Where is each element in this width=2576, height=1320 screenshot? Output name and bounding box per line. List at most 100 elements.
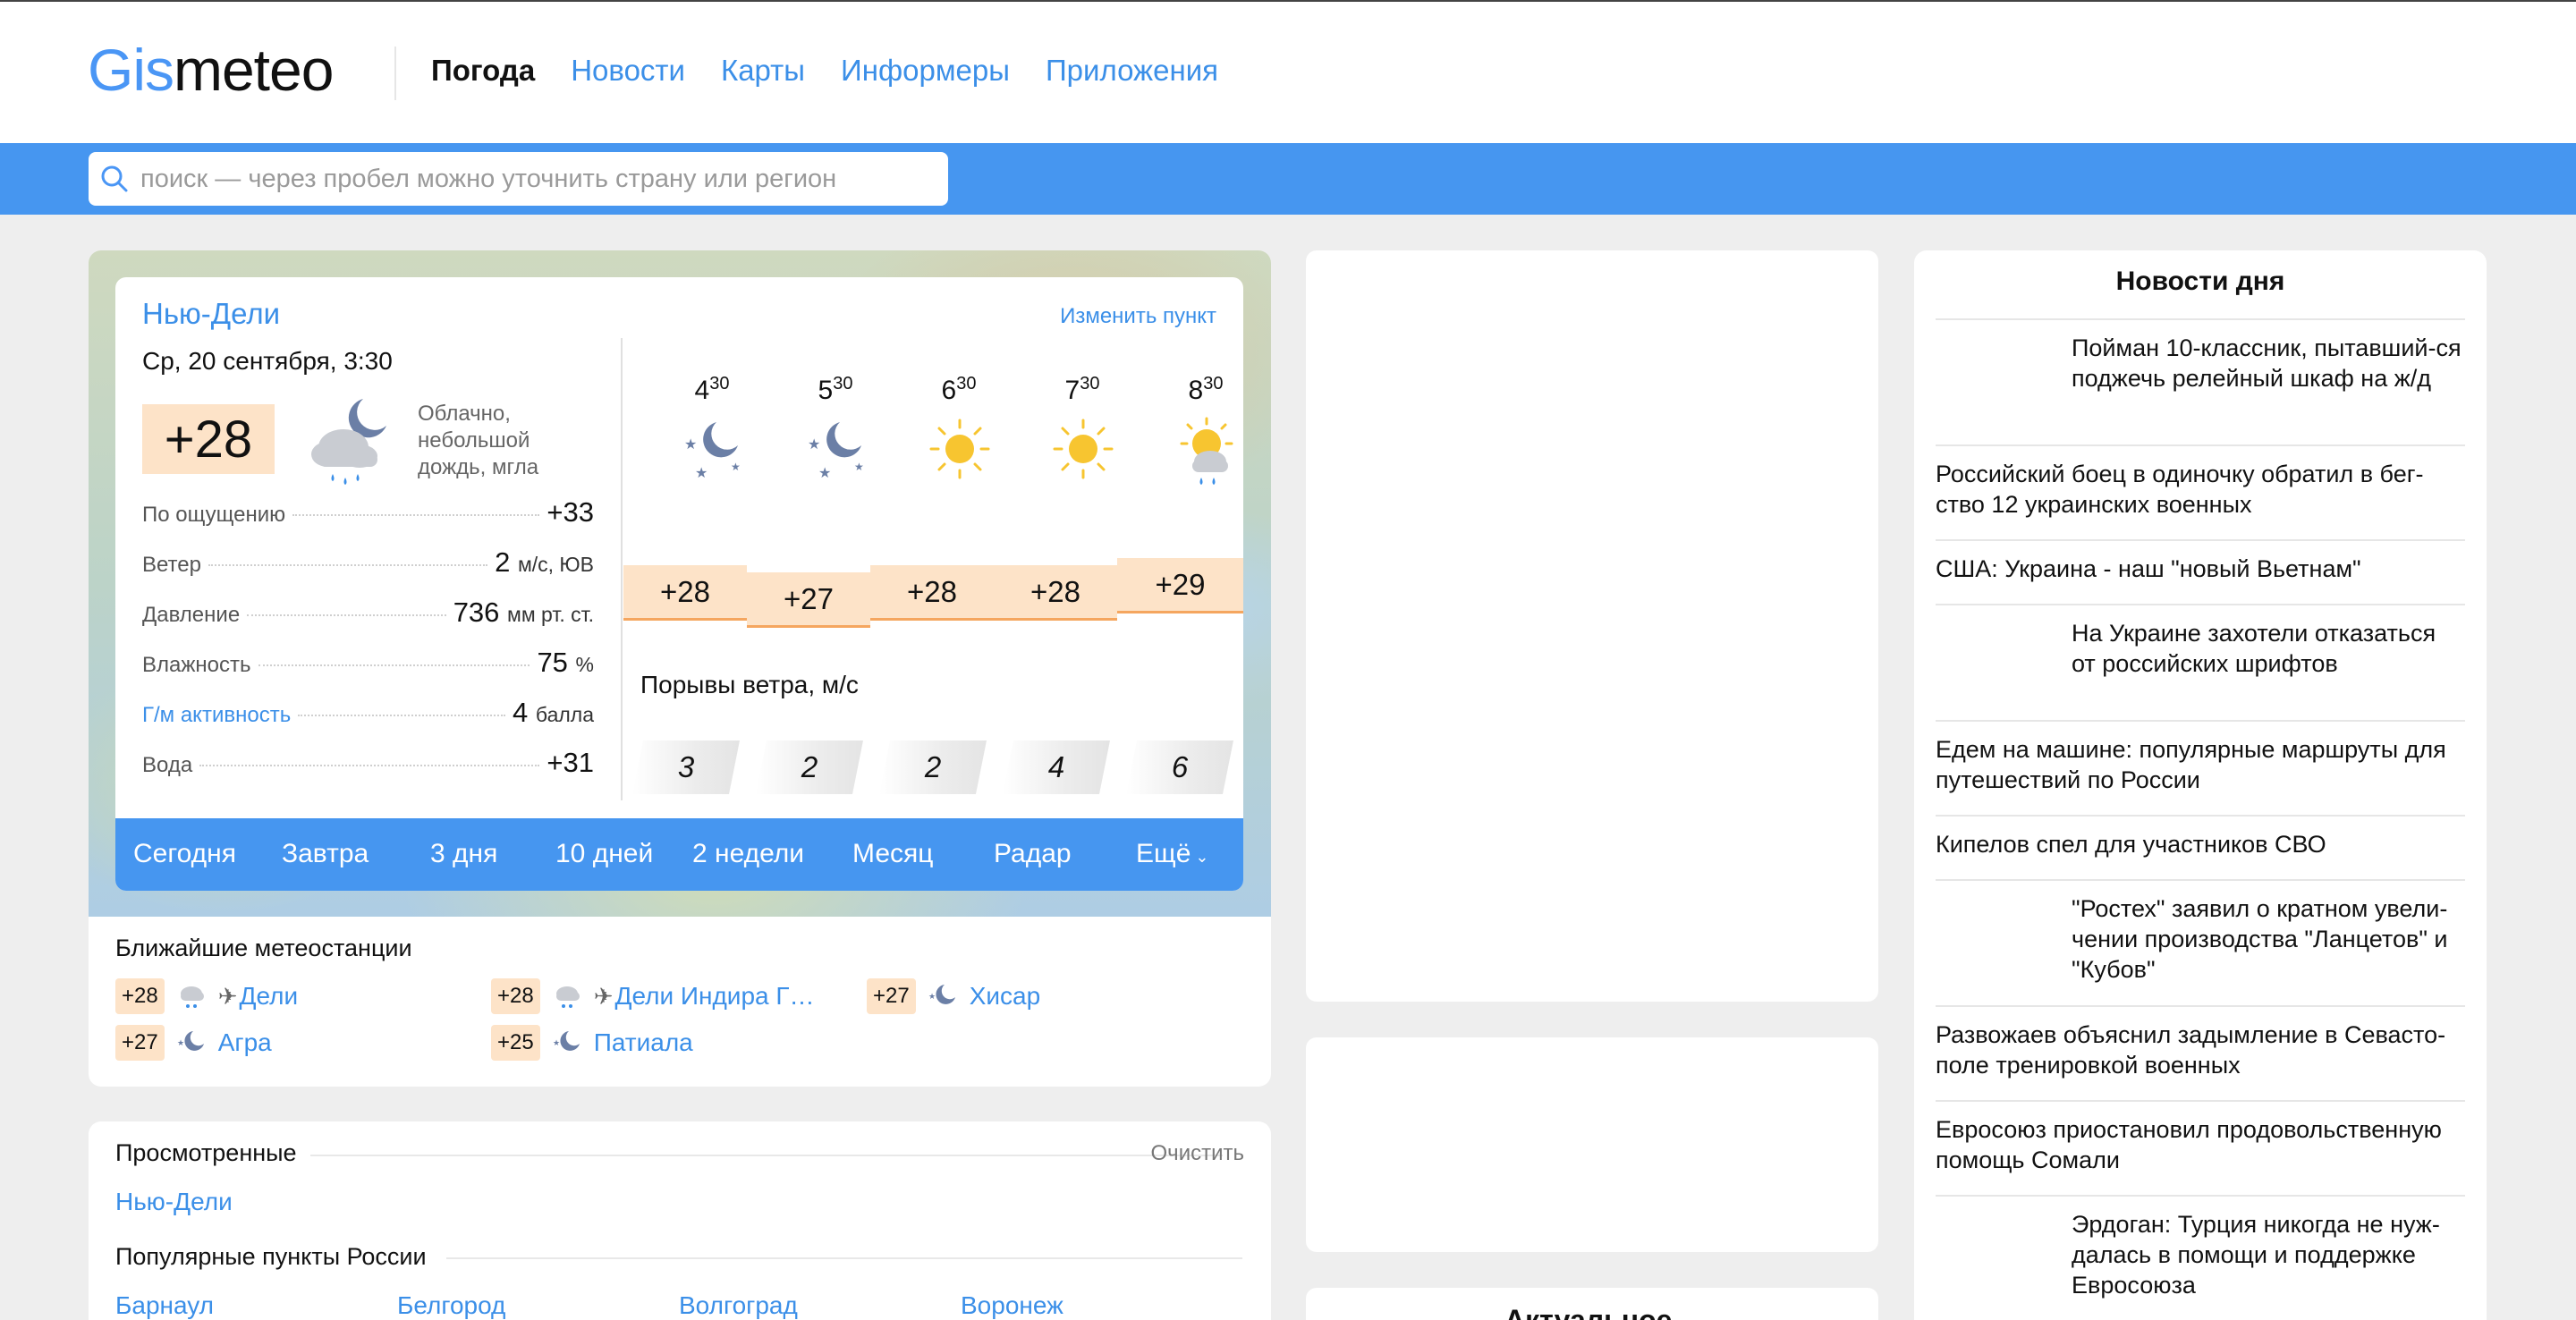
news-item[interactable]: Российский боец в одиночку обратил в бег… [1936,444,2465,539]
nav-news[interactable]: Новости [571,54,685,88]
popular-city-link[interactable]: Волгоград [679,1291,798,1320]
hour-time: 430 [694,374,730,405]
hour-temperature: +27 [747,572,870,628]
change-location-link[interactable]: Изменить пункт [1060,304,1216,329]
hour-time: 730 [1064,374,1100,405]
tab-today[interactable]: Сегодня [133,839,236,869]
station-item[interactable]: +25 ★ Патиала [491,1025,693,1061]
viewed-item[interactable]: Нью-Дели [115,1188,233,1216]
svg-text:★: ★ [854,461,864,473]
weather-block: Нью-Дели Изменить пункт Ср, 20 сентября,… [89,250,1271,1087]
nav-informers[interactable]: Информеры [841,54,1010,88]
weather-card: Нью-Дели Изменить пункт Ср, 20 сентября,… [115,277,1243,891]
current-date: Ср, 20 сентября, 3:30 [142,347,393,375]
viewed-title: Просмотренные [115,1139,297,1166]
moon-small-icon: ★ [551,1026,583,1061]
tab-tomorrow[interactable]: Завтра [282,839,369,869]
airplane-icon: ✈ [217,982,238,1010]
gust-value: 6 [1126,740,1233,794]
news-item[interactable]: Кипелов спел для участников СВО [1936,815,2465,879]
tab-month[interactable]: Месяц [852,839,933,869]
tab-more[interactable]: Ещё ⌄ [1136,839,1208,869]
actual-title: Актуальное [1504,1304,1673,1320]
hour-time: 830 [1188,374,1224,405]
ad-slot [1306,1037,1878,1252]
site-logo[interactable]: Gismeteo [88,36,334,104]
search-input[interactable] [140,164,928,194]
svg-text:★: ★ [818,466,831,481]
geomagnetic-link[interactable]: Г/м активность [142,703,291,728]
gust-title: Порывы ветра, м/с [640,671,859,698]
condition-text: Облачно, небольшой дождь, мгла [418,402,539,479]
svg-text:★: ★ [553,1038,560,1047]
clear-viewed-button[interactable]: Очистить [1151,1141,1244,1166]
popular-city-link[interactable]: Белгород [397,1291,505,1320]
hour-temperature: +29 [1117,558,1243,613]
news-list: Пойман 10-классник, пытавший-ся поджечь … [1936,318,2465,1320]
news-block: Новости дня Пойман 10-классник, пытавший… [1914,250,2487,1320]
ad-slot [1306,250,1878,1002]
search-box [89,152,948,206]
weather-params: По ощущению +33 Ветер 2 м/с, ЮВ Давление 73… [142,496,594,797]
svg-text:★: ★ [695,466,708,481]
news-item[interactable]: На Украине захотели отказаться от россий… [1936,604,2465,720]
sun-icon [924,413,996,489]
logo-divider [394,47,396,100]
news-item[interactable]: Пойман 10-классник, пытавший-ся поджечь … [1936,318,2465,444]
stations-title: Ближайшие метеостанции [115,935,412,961]
airplane-icon: ✈ [593,982,614,1010]
divider [310,1155,1223,1156]
city-name[interactable]: Нью-Дели [142,297,280,331]
news-item[interactable]: Эрдоган: Турция никогда не нуж-далась в … [1936,1195,2465,1320]
search-bar [0,143,2576,215]
current-temperature: +28 [142,404,275,474]
search-icon [89,152,140,206]
nav-weather[interactable]: Погода [431,54,535,88]
cloud-rain-small-icon [551,979,583,1014]
param-pressure: Давление 736 мм рт. ст. [142,597,594,628]
cloud-moon-rain-icon [299,392,397,490]
forecast-tabs: Сегодня Завтра 3 дня 10 дней 2 недели Ме… [115,818,1243,891]
sun-icon [1047,413,1119,489]
hour-temperature: +28 [623,565,747,621]
news-item[interactable]: "Ростех" заявил о кратном увели-чении пр… [1936,879,2465,1005]
station-item[interactable]: +28 ✈ Дели Индира Г… [491,978,815,1014]
tab-2-weeks[interactable]: 2 недели [692,839,804,869]
cloud-rain-small-icon [175,979,208,1014]
station-item[interactable]: +28 ✈ Дели [115,978,298,1014]
moon-stars-icon: ★ ★ ★ [801,413,872,489]
tab-10-days[interactable]: 10 дней [555,839,653,869]
gust-value: 2 [879,740,987,794]
gust-value: 4 [1003,740,1110,794]
nav-apps[interactable]: Приложения [1046,54,1218,88]
news-item[interactable]: США: Украина - наш "новый Вьетнам" [1936,539,2465,604]
popular-city-link[interactable]: Барнаул [115,1291,214,1320]
svg-text:★: ★ [177,1038,184,1047]
svg-text:★: ★ [731,461,741,473]
nav-maps[interactable]: Карты [721,54,805,88]
gust-value: 2 [756,740,863,794]
moon-stars-icon: ★ ★ ★ [677,413,749,489]
tab-radar[interactable]: Радар [994,839,1072,869]
chevron-down-icon: ⌄ [1191,848,1209,866]
main-nav: Погода Новости Карты Информеры Приложени… [431,54,1218,88]
divider [446,1257,1242,1259]
station-item[interactable]: +27 ★ Агра [115,1025,272,1061]
param-wind: Ветер 2 м/с, ЮВ [142,546,594,578]
news-item[interactable]: Едем на машине: популярные маршруты для … [1936,720,2465,815]
param-water: Вода +31 [142,747,594,778]
popular-city-link[interactable]: Воронеж [961,1291,1063,1320]
tab-3-days[interactable]: 3 дня [430,839,497,869]
sun-cloud-rain-icon [1171,413,1242,498]
param-humidity: Влажность 75 % [142,647,594,678]
station-item[interactable]: +27 ★ Хисар [867,978,1040,1014]
gust-value: 3 [632,740,740,794]
svg-text:★: ★ [684,437,697,453]
news-item[interactable]: Евросоюз приостановил продовольственную … [1936,1100,2465,1195]
vertical-divider [621,338,623,800]
hour-temperature: +28 [994,565,1117,621]
hour-time: 630 [941,374,977,405]
news-item[interactable]: Развожаев объяснил задымление в Севасто-… [1936,1005,2465,1100]
popular-title: Популярные пункты России [115,1243,427,1270]
moon-small-icon: ★ [175,1026,208,1061]
